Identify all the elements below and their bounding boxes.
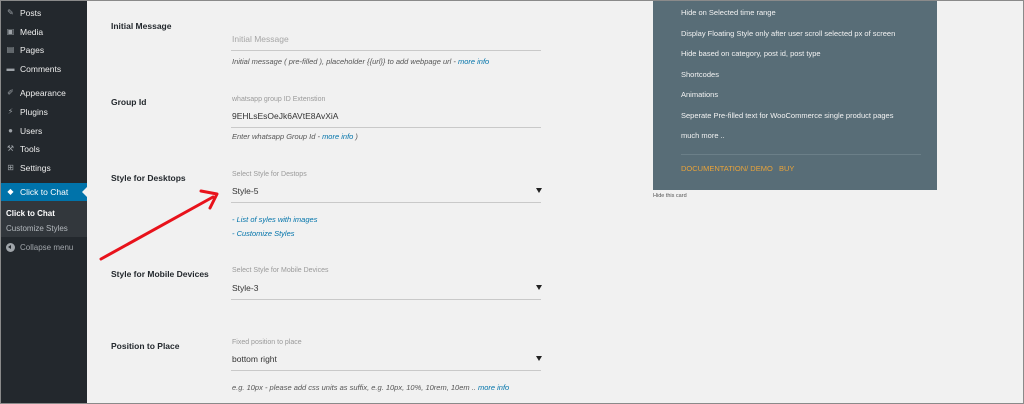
screenshot-frame: ✎ Posts ▣ Media ▤ Pages ▬ Comments ✐ App…	[0, 0, 1024, 404]
group-id-input[interactable]: 9EHLsEsOeJk6AVtE8AvXiA	[232, 111, 338, 121]
group-id-label: Group Id	[111, 97, 147, 107]
sidebar-item-plugins[interactable]: ⚡ Plugins	[1, 103, 87, 121]
initial-message-underline	[231, 50, 541, 51]
more-info-link[interactable]: more info	[458, 57, 489, 66]
style-desktop-underline	[231, 202, 541, 203]
sidebar-item-posts[interactable]: ✎ Posts	[1, 4, 87, 22]
sidebar-item-comments[interactable]: ▬ Comments	[1, 60, 87, 78]
chevron-down-icon[interactable]	[536, 188, 542, 193]
position-underline	[231, 370, 541, 371]
sidebar-item-media[interactable]: ▣ Media	[1, 23, 87, 41]
style-mobile-underline	[231, 299, 541, 300]
sidebar-item-label: Settings	[20, 163, 51, 173]
plugin-icon: ⚡	[7, 107, 14, 116]
pages-icon: ▤	[6, 45, 15, 54]
card-feature-item: Hide based on category, post id, post ty…	[681, 49, 821, 58]
sidebar-item-pages[interactable]: ▤ Pages	[1, 41, 87, 59]
list-of-styles-link[interactable]: - List of syles with images	[232, 215, 317, 224]
media-icon: ▣	[6, 27, 15, 36]
initial-message-label: Initial Message	[111, 21, 172, 31]
buy-link[interactable]: BUY	[779, 164, 794, 173]
submenu-item-customize-styles[interactable]: Customize Styles	[6, 224, 68, 233]
sidebar-item-label: Pages	[20, 45, 45, 55]
documentation-demo-link[interactable]: DOCUMENTATION/ DEMO	[681, 164, 773, 173]
hide-card-link[interactable]: Hide this card	[653, 193, 687, 199]
sidebar-item-label: Plugins	[20, 107, 48, 117]
style-mobile-select[interactable]: Style-3	[232, 283, 258, 293]
card-divider	[681, 154, 921, 155]
group-id-caption: whatsapp group ID Extenstion	[232, 96, 326, 103]
initial-message-input[interactable]: Initial Message	[232, 34, 289, 44]
user-icon: ●	[8, 126, 13, 135]
style-desktop-select[interactable]: Style-5	[232, 186, 258, 196]
style-desktop-caption: Select Style for Destops	[232, 171, 307, 178]
style-desktop-label: Style for Desktops	[111, 173, 186, 183]
settings-icon: ⊞	[7, 163, 14, 172]
group-id-underline	[231, 127, 541, 128]
chevron-down-icon[interactable]	[536, 356, 542, 361]
sidebar-item-label: Posts	[20, 8, 42, 18]
card-feature-item: much more ..	[681, 131, 725, 140]
wrench-icon: ⚒	[6, 144, 15, 153]
sidebar-item-label: Media	[20, 27, 44, 37]
more-info-link[interactable]: more info	[478, 383, 509, 392]
more-info-link[interactable]: more info	[322, 132, 353, 141]
chevron-down-icon[interactable]	[536, 285, 542, 290]
sidebar-item-label: Appearance	[20, 88, 66, 98]
sidebar-item-click-to-chat[interactable]: ◆ Click to Chat	[1, 183, 87, 201]
sidebar-item-label: Comments	[20, 64, 62, 74]
sidebar-item-users[interactable]: ● Users	[1, 122, 87, 140]
submenu: Click to Chat Customize Styles	[1, 201, 87, 237]
card-feature-item: Hide on Selected time range	[681, 8, 776, 17]
card-feature-item: Display Floating Style only after user s…	[681, 29, 896, 38]
pin-icon: ✎	[7, 8, 14, 17]
initial-message-help: Initial message ( pre-filled ), placehol…	[232, 57, 490, 66]
style-mobile-caption: Select Style for Mobile Devices	[232, 267, 329, 274]
sidebar-item-tools[interactable]: ⚒ Tools	[1, 140, 87, 158]
comments-icon: ▬	[6, 64, 15, 73]
collapse-menu-label: Collapse menu	[20, 243, 74, 252]
card-feature-item: Seperate Pre-filled text for WooCommerce…	[681, 111, 894, 120]
admin-sidebar: ✎ Posts ▣ Media ▤ Pages ▬ Comments ✐ App…	[1, 1, 87, 403]
group-id-help: Enter whatsapp Group Id - more info )	[232, 132, 358, 141]
chat-icon: ◆	[7, 187, 14, 196]
sidebar-item-label: Click to Chat	[20, 187, 69, 197]
sidebar-item-settings[interactable]: ⊞ Settings	[1, 159, 87, 177]
sidebar-item-label: Users	[20, 126, 43, 136]
collapse-menu-button[interactable]: Collapse menu	[6, 243, 73, 252]
sidebar-item-appearance[interactable]: ✐ Appearance	[1, 84, 87, 102]
collapse-icon	[6, 243, 15, 252]
sidebar-item-label: Tools	[20, 144, 40, 154]
position-label: Position to Place	[111, 341, 180, 351]
style-mobile-label: Style for Mobile Devices	[111, 269, 209, 279]
card-feature-item: Animations	[681, 90, 719, 99]
position-help: e.g. 10px - please add css units as suff…	[232, 383, 510, 392]
brush-icon: ✐	[7, 88, 14, 97]
customize-styles-link[interactable]: - Customize Styles	[232, 229, 295, 238]
card-feature-item: Shortcodes	[681, 70, 719, 79]
position-caption: Fixed position to place	[232, 339, 302, 346]
position-select[interactable]: bottom right	[232, 354, 277, 364]
pro-features-card: Hide on Selected time range Display Floa…	[653, 1, 937, 190]
submenu-item-click-to-chat[interactable]: Click to Chat	[6, 209, 55, 218]
